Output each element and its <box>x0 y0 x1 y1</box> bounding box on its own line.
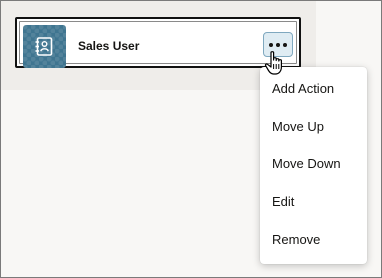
ellipsis-icon <box>276 42 280 47</box>
card-avatar-tile <box>23 25 66 68</box>
menu-item-remove[interactable]: Remove <box>272 232 320 247</box>
actions-menu: Add Action Move Up Move Down Edit Remove <box>260 67 367 264</box>
ellipsis-icon <box>269 42 273 47</box>
card-title: Sales User <box>78 39 140 53</box>
card-focus-ring: Sales User <box>19 21 297 68</box>
ellipsis-icon <box>283 42 287 47</box>
sales-user-card[interactable]: Sales User <box>15 17 301 68</box>
menu-item-move-down[interactable]: Move Down <box>272 156 341 171</box>
menu-item-edit[interactable]: Edit <box>272 194 294 209</box>
menu-item-add-action[interactable]: Add Action <box>272 81 334 96</box>
menu-item-move-up[interactable]: Move Up <box>272 119 324 134</box>
contact-card-icon <box>35 37 53 56</box>
hand-pointer-cursor-icon <box>264 51 282 75</box>
screenshot-frame: Sales User Add Action Move Up Move Down … <box>0 0 382 278</box>
